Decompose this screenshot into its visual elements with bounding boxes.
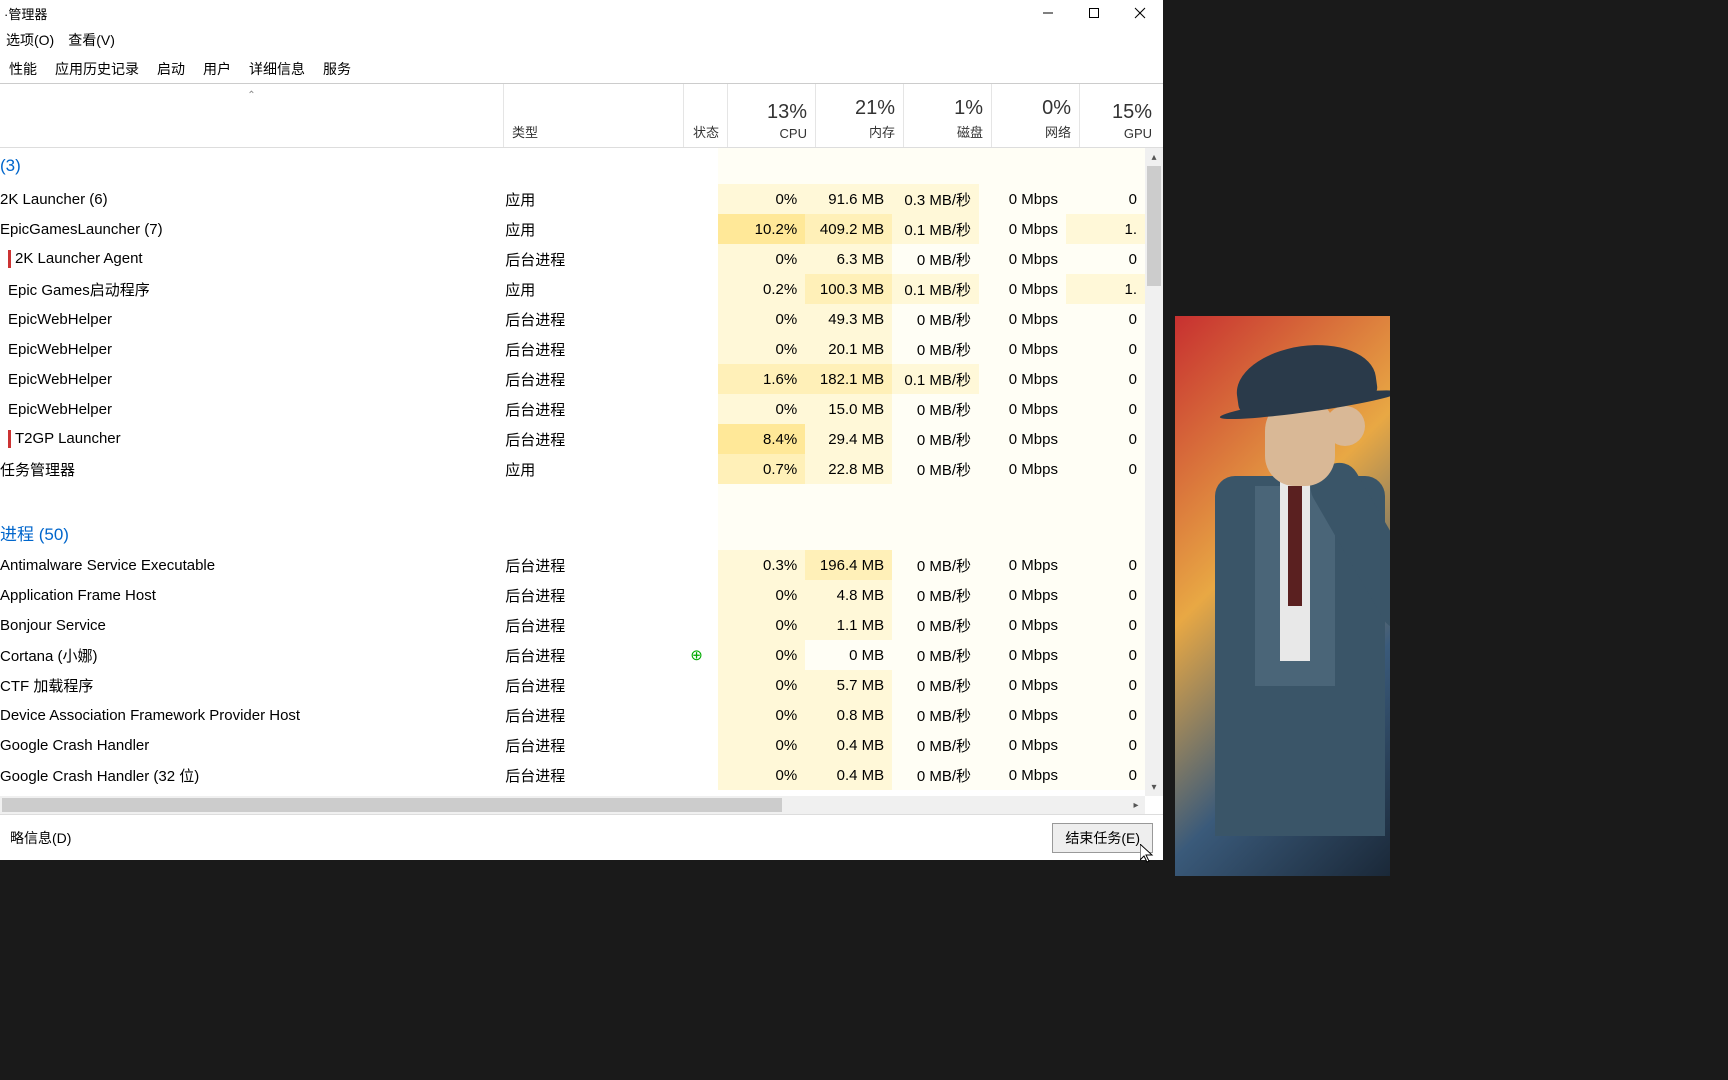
scroll-down-icon[interactable]: ▾ <box>1145 778 1163 796</box>
scroll-right-icon[interactable]: ▸ <box>1127 800 1145 811</box>
app-icon <box>8 430 11 448</box>
process-name: 2K Launcher Agent <box>0 250 497 268</box>
header-name[interactable]: ⌃ <box>0 84 504 147</box>
process-name: EpicWebHelper <box>0 311 497 328</box>
header-state[interactable]: 状态 <box>684 84 728 147</box>
window-controls <box>1025 0 1163 26</box>
tab-details[interactable]: 详细信息 <box>240 54 314 83</box>
menubar: 选项(O) 查看(V) <box>0 26 1163 54</box>
process-name: T2GP Launcher <box>0 430 497 448</box>
titlebar[interactable]: ·管理器 <box>0 0 1163 26</box>
process-name: EpicWebHelper <box>0 401 497 418</box>
process-name: EpicWebHelper <box>0 341 497 358</box>
tabbar: 性能 应用历史记录 启动 用户 详细信息 服务 <box>0 54 1163 84</box>
menu-options[interactable]: 选项(O) <box>6 30 54 50</box>
tab-users[interactable]: 用户 <box>194 54 240 83</box>
tab-performance[interactable]: 性能 <box>0 54 46 83</box>
process-name: Google Crash Handler <box>0 737 497 754</box>
process-row[interactable]: Epic Games启动程序应用0.2%100.3 MB0.1 MB/秒0 Mb… <box>0 274 1145 304</box>
tab-app-history[interactable]: 应用历史记录 <box>46 54 148 83</box>
process-row[interactable]: EpicWebHelper后台进程1.6%182.1 MB0.1 MB/秒0 M… <box>0 364 1145 394</box>
header-disk[interactable]: 1%磁盘 <box>904 84 992 147</box>
scroll-thumb-h[interactable] <box>2 798 782 812</box>
header-gpu[interactable]: 15%GPU <box>1080 84 1160 147</box>
scroll-thumb[interactable] <box>1147 166 1161 286</box>
process-row[interactable]: Google Crash Handler后台进程0%0.4 MB0 MB/秒0 … <box>0 730 1145 760</box>
maximize-button[interactable] <box>1071 0 1117 26</box>
tab-services[interactable]: 服务 <box>314 54 360 83</box>
process-name: Bonjour Service <box>0 617 497 634</box>
process-row[interactable]: Application Frame Host后台进程0%4.8 MB0 MB/秒… <box>0 580 1145 610</box>
header-memory[interactable]: 21%内存 <box>816 84 904 147</box>
scroll-up-icon[interactable]: ▴ <box>1145 148 1163 166</box>
process-list: (3)2K Launcher (6)应用0%91.6 MB0.3 MB/秒0 M… <box>0 148 1163 814</box>
process-name: CTF 加载程序 <box>0 675 497 696</box>
process-row[interactable]: T2GP Launcher后台进程8.4%29.4 MB0 MB/秒0 Mbps… <box>0 424 1145 454</box>
process-row[interactable]: Cortana (小娜)后台进程⊕0%0 MB0 MB/秒0 Mbps0 <box>0 640 1145 670</box>
tab-startup[interactable]: 启动 <box>148 54 194 83</box>
column-headers: ⌃ 类型 状态 13%CPU 21%内存 1%磁盘 0%网络 15%GPU <box>0 84 1163 148</box>
process-row[interactable]: EpicGamesLauncher (7)应用10.2%409.2 MB0.1 … <box>0 214 1145 244</box>
process-name: Application Frame Host <box>0 587 497 604</box>
process-row[interactable]: EpicWebHelper后台进程0%49.3 MB0 MB/秒0 Mbps0 <box>0 304 1145 334</box>
header-type[interactable]: 类型 <box>504 84 684 147</box>
process-row[interactable]: 2K Launcher Agent后台进程0%6.3 MB0 MB/秒0 Mbp… <box>0 244 1145 274</box>
process-row[interactable]: 任务管理器应用0.7%22.8 MB0 MB/秒0 Mbps0 <box>0 454 1145 484</box>
process-name: Cortana (小娜) <box>0 645 497 666</box>
process-name: 2K Launcher (6) <box>0 191 497 208</box>
header-cpu[interactable]: 13%CPU <box>728 84 816 147</box>
header-network[interactable]: 0%网络 <box>992 84 1080 147</box>
process-row[interactable]: Google Crash Handler (32 位)后台进程0%0.4 MB0… <box>0 760 1145 790</box>
window-title: ·管理器 <box>4 4 47 23</box>
process-row[interactable]: Antimalware Service Executable后台进程0.3%19… <box>0 550 1145 580</box>
process-row[interactable]: Bonjour Service后台进程0%1.1 MB0 MB/秒0 Mbps0 <box>0 610 1145 640</box>
process-name: 任务管理器 <box>0 459 497 480</box>
process-name: Epic Games启动程序 <box>0 279 497 300</box>
process-name: EpicWebHelper <box>0 371 497 388</box>
minimize-button[interactable] <box>1025 0 1071 26</box>
background-artwork <box>1175 316 1390 876</box>
footer: 略信息(D) 结束任务(E) <box>0 814 1163 860</box>
process-name: Device Association Framework Provider Ho… <box>0 707 497 724</box>
horizontal-scrollbar[interactable]: ▸ <box>0 796 1145 814</box>
process-row[interactable]: EpicWebHelper后台进程0%20.1 MB0 MB/秒0 Mbps0 <box>0 334 1145 364</box>
menu-view[interactable]: 查看(V) <box>68 30 115 50</box>
fewer-details-link[interactable]: 略信息(D) <box>10 828 71 848</box>
group-header[interactable]: (3) <box>0 148 1145 184</box>
close-button[interactable] <box>1117 0 1163 26</box>
process-name: Antimalware Service Executable <box>0 557 497 574</box>
sort-indicator-icon: ⌃ <box>247 90 255 101</box>
end-task-button[interactable]: 结束任务(E) <box>1052 823 1153 853</box>
app-icon <box>8 250 11 268</box>
process-name: Google Crash Handler (32 位) <box>0 765 497 786</box>
group-header[interactable]: 进程 (50) <box>0 514 1145 550</box>
vertical-scrollbar[interactable]: ▴ ▾ <box>1145 148 1163 796</box>
process-row[interactable]: 2K Launcher (6)应用0%91.6 MB0.3 MB/秒0 Mbps… <box>0 184 1145 214</box>
process-name: EpicGamesLauncher (7) <box>0 221 497 238</box>
process-row[interactable]: Device Association Framework Provider Ho… <box>0 700 1145 730</box>
process-row[interactable]: EpicWebHelper后台进程0%15.0 MB0 MB/秒0 Mbps0 <box>0 394 1145 424</box>
task-manager-window: ·管理器 选项(O) 查看(V) 性能 应用历史记录 启动 用户 详细信息 服务… <box>0 0 1163 860</box>
process-row[interactable]: CTF 加载程序后台进程0%5.7 MB0 MB/秒0 Mbps0 <box>0 670 1145 700</box>
